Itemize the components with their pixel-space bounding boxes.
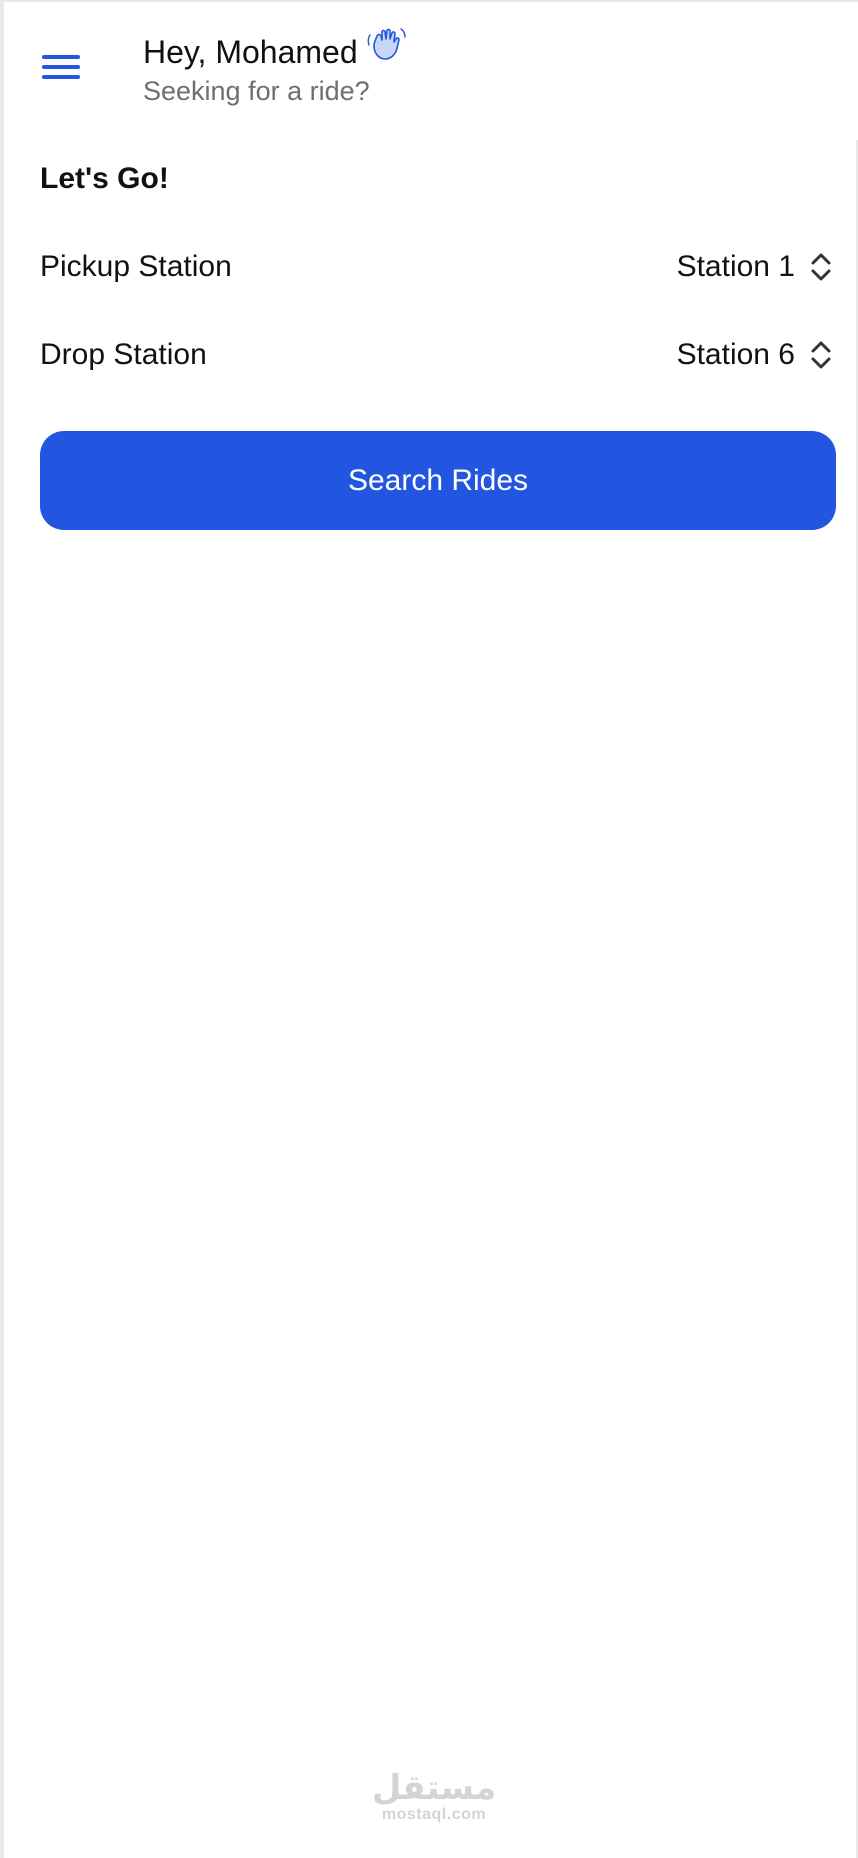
watermark: مستقل mostaql.com	[359, 1770, 509, 1824]
section-title: Let's Go!	[40, 162, 169, 195]
search-rides-button[interactable]: Search Rides	[40, 431, 836, 530]
menu-bar	[42, 75, 80, 79]
pickup-station-label: Pickup Station	[40, 250, 232, 283]
greeting-title: Hey, Mohamed	[143, 34, 358, 70]
drop-station-row: Drop Station Station 6	[40, 330, 833, 380]
app-screen: Hey, Mohamed Seeking for a ride? Let's G…	[0, 0, 858, 1858]
menu-bar	[42, 65, 80, 69]
menu-bar	[42, 55, 80, 59]
watermark-arabic: مستقل	[371, 1768, 497, 1808]
chevron-up-down-icon	[811, 253, 831, 281]
pickup-station-row: Pickup Station Station 1	[40, 242, 833, 292]
pickup-station-select[interactable]: Station 1	[677, 250, 833, 284]
waving-hand-icon	[364, 26, 408, 66]
watermark-latin: mostaql.com	[381, 1806, 487, 1823]
drop-station-select[interactable]: Station 6	[677, 338, 833, 372]
chevron-up-down-icon	[811, 341, 831, 369]
pickup-station-value: Station 1	[676, 250, 795, 283]
header: Hey, Mohamed Seeking for a ride?	[4, 2, 858, 122]
greeting-line: Hey, Mohamed	[143, 28, 408, 72]
menu-icon[interactable]	[42, 52, 82, 82]
drop-station-value: Station 6	[676, 338, 795, 371]
greeting-subtitle: Seeking for a ride?	[143, 76, 370, 106]
greeting: Hey, Mohamed Seeking for a ride?	[143, 28, 408, 108]
drop-station-label: Drop Station	[40, 338, 207, 371]
